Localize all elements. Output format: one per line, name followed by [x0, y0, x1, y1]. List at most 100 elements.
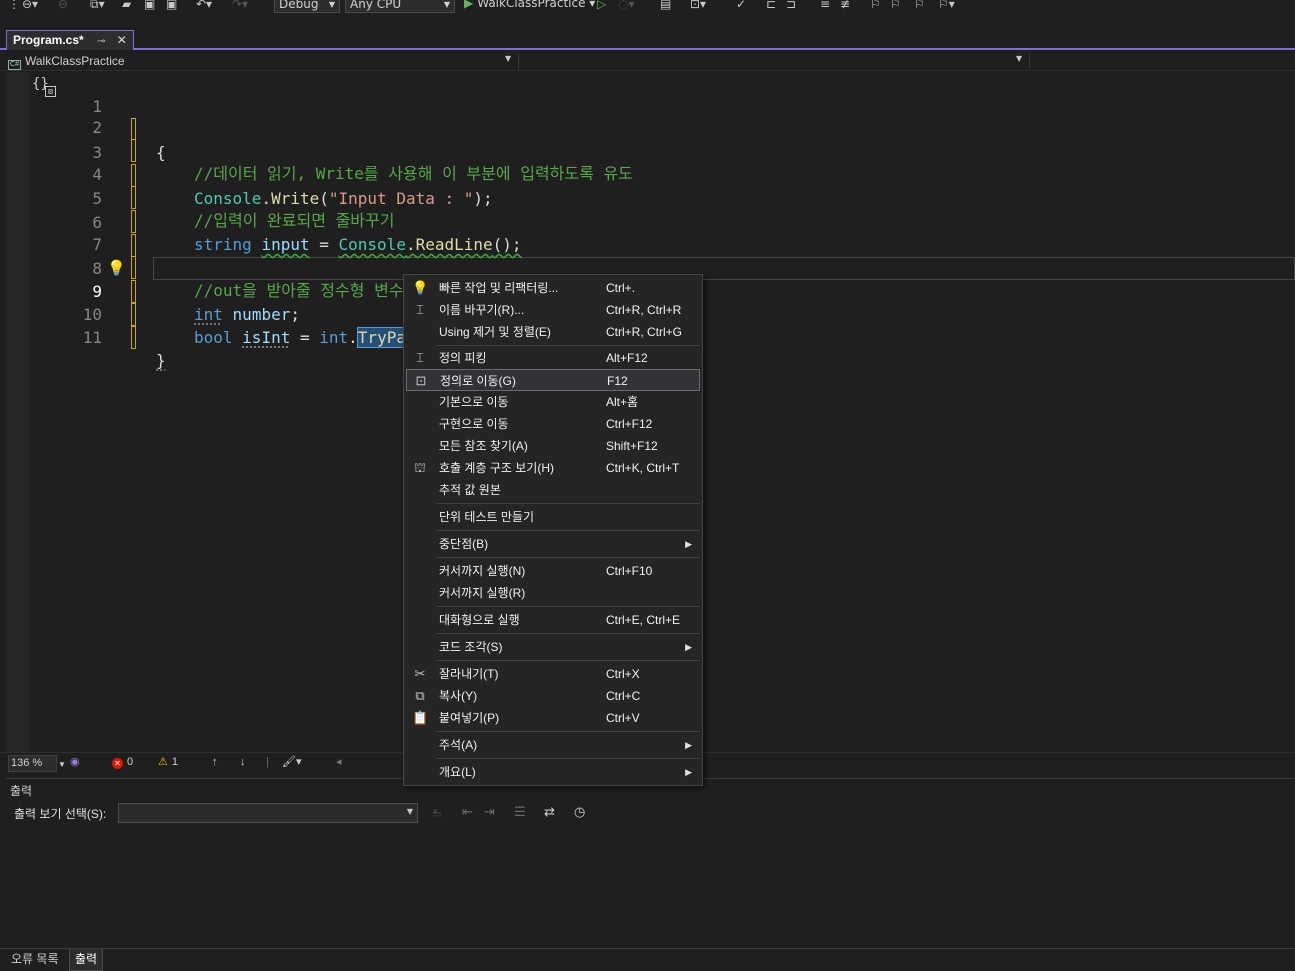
spell-check-icon[interactable]: ✓ [736, 0, 746, 11]
menu-item-force-run-to-cursor[interactable]: 커서까지 실행(R) [406, 582, 700, 604]
warning-icon: ⚠ [158, 756, 168, 768]
pin-icon[interactable]: ⊸ [97, 36, 105, 47]
menu-item-label: 정의로 이동(G) [440, 374, 516, 388]
menu-item-peek-definition[interactable]: ⌶ 정의 피킹 Alt+F12 [406, 347, 700, 369]
menu-item-run-to-cursor[interactable]: 커서까지 실행(N) Ctrl+F10 [406, 560, 700, 582]
peek-icon: ⌶ [416, 350, 424, 365]
undo-icon[interactable]: ↶▾ [196, 0, 212, 11]
error-count[interactable]: ✕ 0 [112, 755, 133, 770]
chevron-down-icon[interactable]: ▼ [505, 54, 511, 63]
code-line: 8 int number; [0, 234, 1295, 324]
tab-error-list[interactable]: 오류 목록 [6, 949, 64, 971]
arrow-down-icon[interactable]: ↓ [240, 755, 246, 770]
menu-item-label: 이름 바꾸기(R)... [439, 303, 525, 317]
start-debug-button[interactable]: ▶ WalkClassPractice ▾ [464, 0, 595, 11]
hot-reload-icon[interactable]: ◌▾ [618, 0, 635, 11]
menu-item-breakpoint[interactable]: 중단점(B) ▶ [406, 533, 700, 555]
menu-item-shortcut: Ctrl+R, Ctrl+G [606, 325, 683, 339]
code-cleanup-icon[interactable]: 🖌▾ [282, 755, 302, 770]
chevron-down-icon: ▼ [328, 0, 335, 9]
word-wrap-icon[interactable]: ⇄ [544, 805, 555, 820]
code-line: 4 //입력이 완료되면 줄바꾸기 [0, 140, 1295, 230]
indent-icon[interactable]: ⊐ [786, 0, 796, 11]
menu-item-shortcut: Shift+F12 [606, 439, 658, 453]
member-dropdown[interactable] [1031, 53, 1291, 70]
forward-icon[interactable]: ⊖ [58, 0, 68, 11]
menu-item-copy[interactable]: ⧉ 복사(Y) Ctrl+C [406, 685, 700, 707]
output-source-select[interactable]: ▼ [118, 803, 418, 823]
zoom-select[interactable]: 136 % [8, 755, 58, 772]
platform-select[interactable]: Any CPU ▼ [345, 0, 455, 13]
menu-item-go-to-definition[interactable]: ⊡ 정의로 이동(G) F12 [406, 369, 700, 391]
find-message-icon[interactable]: ⎁ [432, 805, 442, 820]
menu-item-label: 복사(Y) [439, 689, 478, 703]
cut-icon: ✂ [414, 666, 426, 681]
solution-config-select[interactable]: Debug ▼ [274, 0, 340, 13]
error-icon: ✕ [112, 758, 123, 769]
menu-item-create-unit-tests[interactable]: 단위 테스트 만들기 [406, 506, 700, 528]
submenu-arrow-icon: ▶ [685, 740, 692, 750]
menu-item-shortcut: Ctrl+E, Ctrl+E [606, 613, 681, 627]
browser-link-icon[interactable]: ▤ [660, 0, 671, 11]
menu-item-execute-interactive[interactable]: 대화형으로 실행 Ctrl+E, Ctrl+E [406, 609, 700, 631]
bookmark-icon[interactable]: ⚐ [870, 0, 881, 11]
type-dropdown[interactable] [520, 53, 1025, 70]
redo-icon[interactable]: ↷▾ [232, 0, 248, 11]
scroll-left-icon[interactable]: ◂ [336, 755, 342, 770]
save-icon[interactable]: ▣ [144, 0, 155, 11]
back-icon[interactable]: ⊖▾ [22, 0, 38, 11]
menu-separator [436, 606, 700, 607]
open-file-icon[interactable]: ▰ [122, 0, 131, 11]
menu-item-view-call-hierarchy[interactable]: ⛫ 호출 계층 구조 보기(H) Ctrl+K, Ctrl+T [406, 457, 700, 479]
warning-count-value: 1 [171, 756, 178, 768]
menu-item-go-to-implementation[interactable]: 구현으로 이동 Ctrl+F12 [406, 413, 700, 435]
run-target-label: WalkClassPractice [477, 0, 586, 10]
uncomment-icon[interactable]: ≢ [840, 0, 850, 11]
save-all-icon[interactable]: ▣ [166, 0, 177, 11]
menu-item-shortcut: Ctrl+K, Ctrl+T [606, 461, 680, 475]
chevron-down-icon[interactable]: ▼ [58, 757, 66, 772]
close-icon[interactable]: ✕ [117, 33, 127, 47]
project-dropdown[interactable]: C# WalkClassPractice [8, 53, 515, 70]
menu-item-shortcut: Alt+F12 [606, 351, 648, 365]
clear-bookmarks-icon[interactable]: ⚐▾ [938, 0, 955, 11]
menu-item-label: 정의 피킹 [439, 351, 487, 365]
menu-item-label: 호출 계층 구조 보기(H) [439, 461, 554, 475]
prev-bookmark-icon[interactable]: ⚐ [890, 0, 901, 11]
menu-item-track-value-source[interactable]: 추적 값 원본 [406, 479, 700, 501]
warning-count[interactable]: ⚠ 1 [158, 755, 178, 770]
prev-message-icon[interactable]: ⇤ [462, 805, 473, 820]
menu-item-find-all-references[interactable]: 모든 참조 찾기(A) Shift+F12 [406, 435, 700, 457]
comment-icon[interactable]: ≡ [820, 0, 830, 11]
new-project-icon[interactable]: ⧉▾ [90, 0, 105, 11]
copilot-icon[interactable]: ◉ [70, 755, 80, 770]
menu-item-paste[interactable]: 📋 붙여넣기(P) Ctrl+V [406, 707, 700, 729]
tool-window-tabs: 오류 목록 출력 [0, 948, 1295, 971]
diagnostics-icon[interactable]: ⊡▾ [690, 0, 706, 11]
menu-item-shortcut: F12 [607, 374, 628, 388]
menu-item-label: 커서까지 실행(N) [439, 564, 526, 578]
menu-item-rename[interactable]: ⌶ 이름 바꾸기(R)... Ctrl+R, Ctrl+R [406, 299, 700, 321]
menu-item-shortcut: Ctrl+C [606, 689, 641, 703]
menu-item-outlining[interactable]: 개요(L) ▶ [406, 761, 700, 783]
brace: } [156, 351, 166, 370]
menu-item-annotation[interactable]: 주석(A) ▶ [406, 734, 700, 756]
menu-item-remove-sort-usings[interactable]: Using 제거 및 정렬(E) Ctrl+R, Ctrl+G [406, 321, 700, 343]
next-message-icon[interactable]: ⇥ [484, 805, 495, 820]
menu-item-snippets[interactable]: 코드 조각(S) ▶ [406, 636, 700, 658]
nav-divider [518, 54, 519, 69]
outdent-icon[interactable]: ⊏ [766, 0, 776, 11]
chevron-down-icon[interactable]: ▼ [1016, 54, 1022, 63]
tab-output[interactable]: 출력 [69, 949, 104, 971]
tab-program-cs[interactable]: Program.cs* ⊸ ✕ [6, 30, 134, 50]
start-without-debug-icon[interactable]: ▷ [597, 0, 606, 11]
menu-item-quick-actions[interactable]: 💡 빠른 작업 및 리팩터링... Ctrl+. [406, 277, 700, 299]
clear-all-icon[interactable]: ☰ [514, 805, 526, 820]
clock-icon[interactable]: ◷ [574, 805, 585, 820]
menu-item-go-to-base[interactable]: 기본으로 이동 Alt+홈 [406, 391, 700, 413]
arrow-up-icon[interactable]: ↑ [212, 755, 218, 770]
menu-item-cut[interactable]: ✂ 잘라내기(T) Ctrl+X [406, 663, 700, 685]
next-bookmark-icon[interactable]: ⚐ [914, 0, 925, 11]
menu-item-shortcut: Alt+홈 [606, 395, 639, 409]
keyword-token: int [319, 328, 349, 347]
